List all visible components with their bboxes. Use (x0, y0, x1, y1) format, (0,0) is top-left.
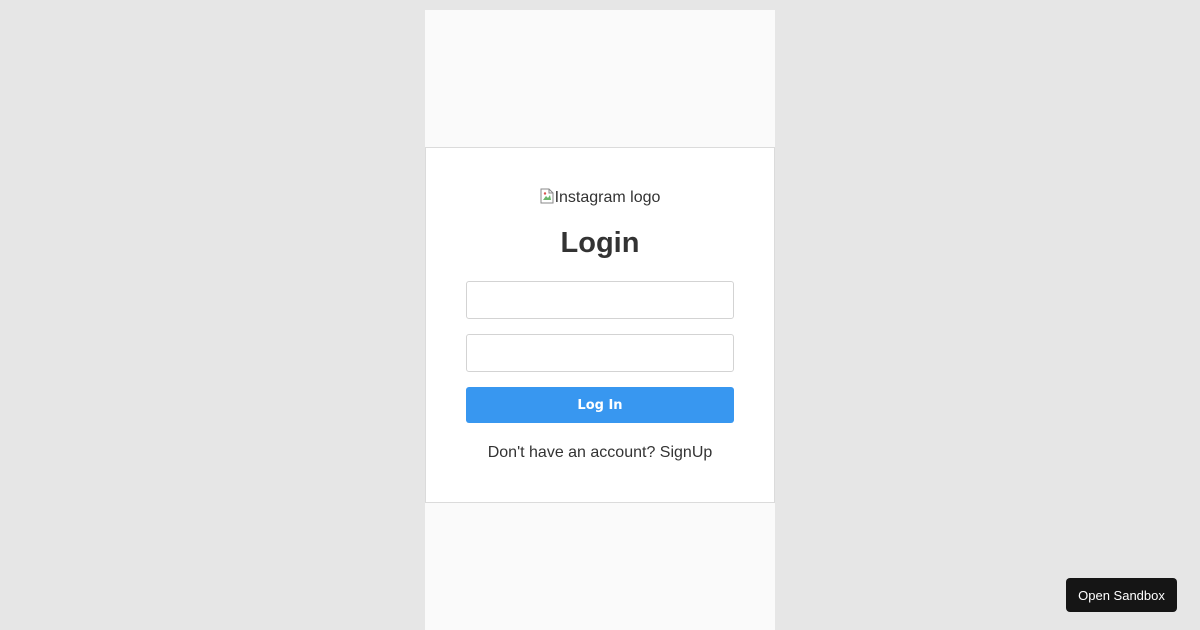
signup-link[interactable]: SignUp (660, 444, 712, 461)
login-button[interactable]: Log In (466, 387, 734, 423)
login-card: Instagram logo Login Log In Don't have a… (425, 147, 775, 503)
instagram-logo: Instagram logo (426, 188, 774, 208)
username-input[interactable] (466, 281, 734, 319)
password-input[interactable] (466, 334, 734, 372)
page-title: Login (560, 227, 640, 259)
broken-image-icon (540, 188, 554, 204)
logo-alt-text: Instagram logo (554, 189, 661, 206)
signup-prompt: Don't have an account? SignUp (426, 443, 774, 463)
signup-prompt-text: Don't have an account? (487, 444, 656, 461)
app-frame: Instagram logo Login Log In Don't have a… (425, 10, 775, 630)
open-sandbox-button[interactable]: Open Sandbox (1066, 578, 1177, 612)
